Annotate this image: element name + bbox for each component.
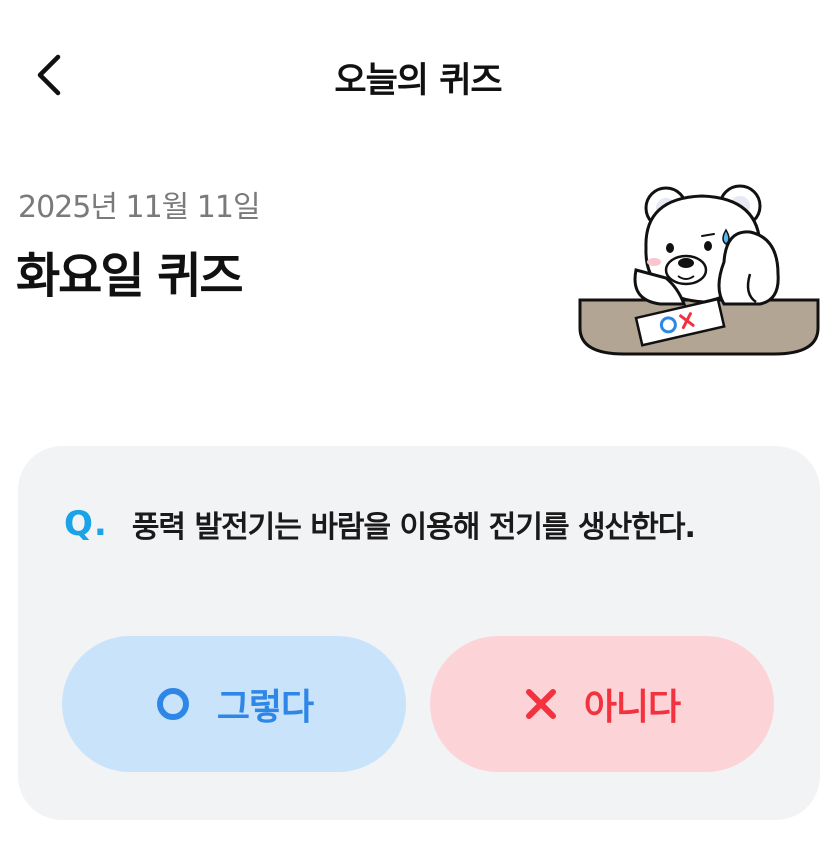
answer-no-label: 아니다	[583, 687, 681, 728]
bear-mascot-illustration	[578, 184, 820, 356]
circle-o-icon	[155, 686, 191, 722]
page-title: 오늘의 퀴즈	[334, 61, 502, 101]
answer-no-button[interactable]: 아니다	[430, 636, 774, 772]
quiz-title: 화요일 퀴즈	[16, 248, 244, 304]
answer-yes-button[interactable]: 그렇다	[62, 636, 406, 772]
question-prefix: Q.	[64, 504, 108, 544]
quiz-card: Q. 풍력 발전기는 바람을 이용해 전기를 생산한다. 그렇다 아니다	[18, 446, 820, 820]
answer-yes-label: 그렇다	[216, 687, 314, 728]
quiz-date: 2025년 11월 11일	[18, 190, 261, 225]
question-text: 풍력 발전기는 바람을 이용해 전기를 생산한다.	[131, 510, 696, 545]
question: Q. 풍력 발전기는 바람을 이용해 전기를 생산한다.	[64, 502, 696, 546]
app-header: 오늘의 퀴즈	[0, 0, 836, 150]
x-icon	[524, 687, 558, 721]
